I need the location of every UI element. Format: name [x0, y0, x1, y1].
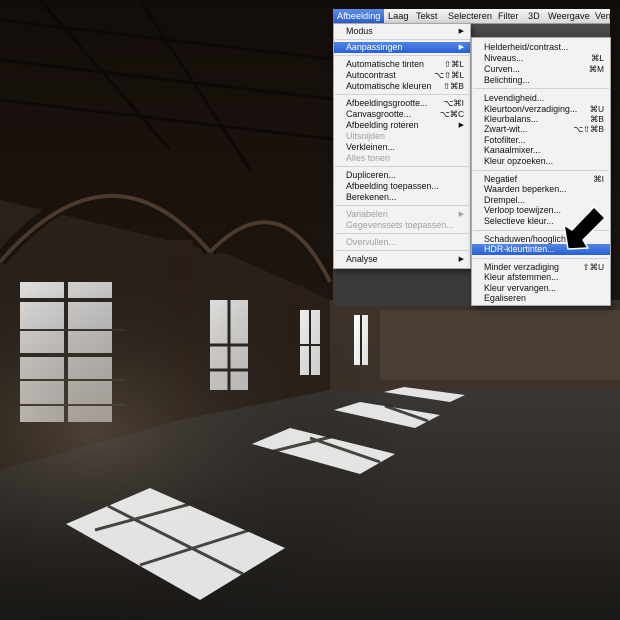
menu-item-automatische-kleuren[interactable]: Automatische kleuren ⇧⌘B [334, 81, 470, 92]
menu-3d[interactable]: 3D [524, 9, 544, 23]
menubar: Afbeelding Laag Tekst Selecteren Filter … [333, 9, 610, 24]
menu-item-niveaus[interactable]: Niveaus... ⌘L [472, 53, 610, 64]
menu-tekst[interactable]: Tekst [412, 9, 441, 23]
menu-separator [335, 55, 469, 56]
submenu-arrow-icon: ▶ [458, 44, 464, 51]
menu-item-analyse[interactable]: Analyse ▶ [334, 254, 470, 265]
menu-item-alles-tonen: Alles tonen [346, 153, 390, 163]
menu-item-uitsnijden: Uitsnijden [346, 131, 385, 141]
menu-item-overvullen: Overvullen... [346, 237, 396, 247]
menu-item-afbeeldingsgrootte[interactable]: Afbeeldingsgrootte... ⌥⌘I [334, 98, 470, 109]
menu-afbeelding[interactable]: Afbeelding [333, 9, 385, 23]
menu-item-kanaalmixer[interactable]: Kanaalmixer... [472, 145, 610, 156]
afbeelding-menu: Modus ▶ Aanpassingen ▶ Automatische tint… [333, 23, 471, 269]
menu-separator [335, 166, 469, 167]
menu-separator [335, 94, 469, 95]
menu-item-belichting[interactable]: Belichting... [472, 75, 610, 86]
menu-item-automatische-tinten[interactable]: Automatische tinten ⇧⌘L [334, 59, 470, 70]
menu-filter[interactable]: Filter [494, 9, 522, 23]
pointer-arrow-icon [563, 206, 606, 250]
menu-item-aanpassingen[interactable]: Aanpassingen ▶ [334, 42, 470, 53]
menu-item-afbeelding-toepassen[interactable]: Afbeelding toepassen... [334, 181, 470, 192]
menu-venster[interactable]: Ven [591, 9, 610, 23]
menu-separator [335, 205, 469, 206]
menu-laag[interactable]: Laag [384, 9, 412, 23]
menu-item-waarden-beperken[interactable]: Waarden beperken... [472, 184, 610, 195]
menu-item-egaliseren[interactable]: Egaliseren [472, 293, 610, 304]
menu-item-helderheid-contrast[interactable]: Helderheid/contrast... [472, 42, 610, 53]
menu-item-canvasgrootte[interactable]: Canvasgrootte... ⌥⌘C [334, 109, 470, 120]
menu-separator [335, 39, 469, 40]
menu-item-autocontrast[interactable]: Autocontrast ⌥⇧⌘L [334, 70, 470, 81]
menu-separator [335, 250, 469, 251]
menu-separator [335, 233, 469, 234]
menu-separator [473, 258, 609, 259]
menu-item-kleur-afstemmen[interactable]: Kleur afstemmen... [472, 272, 610, 283]
submenu-arrow-icon: ▶ [458, 28, 464, 35]
submenu-arrow-icon: ▶ [458, 122, 464, 129]
submenu-arrow-icon: ▶ [458, 211, 464, 218]
menu-item-dupliceren[interactable]: Dupliceren... [334, 170, 470, 181]
menu-item-zwart-wit[interactable]: Zwart-wit... ⌥⇧⌘B [472, 124, 610, 135]
menu-separator [473, 170, 609, 171]
menu-item-modus[interactable]: Modus ▶ [334, 26, 470, 37]
menu-item-berekenen[interactable]: Berekenen... [334, 192, 470, 203]
menu-item-afbeelding-roteren[interactable]: Afbeelding roteren ▶ [334, 120, 470, 131]
menu-item-curven[interactable]: Curven... ⌘M [472, 64, 610, 75]
submenu-arrow-icon: ▶ [458, 256, 464, 263]
menu-selecteren[interactable]: Selecteren [444, 9, 496, 23]
aanpassingen-submenu: Helderheid/contrast... Niveaus... ⌘L Cur… [471, 37, 611, 306]
menu-item-levendigheid[interactable]: Levendigheid... [472, 93, 610, 104]
menu-separator [473, 88, 609, 89]
menu-item-kleur-opzoeken[interactable]: Kleur opzoeken... [472, 156, 610, 167]
menu-item-gegevenssets-toepassen: Gegevenssets toepassen... [346, 220, 454, 230]
menu-weergave[interactable]: Weergave [544, 9, 594, 23]
menu-item-variabelen: Variabelen ▶ [346, 209, 464, 219]
menu-item-verkleinen[interactable]: Verkleinen... [334, 142, 470, 153]
